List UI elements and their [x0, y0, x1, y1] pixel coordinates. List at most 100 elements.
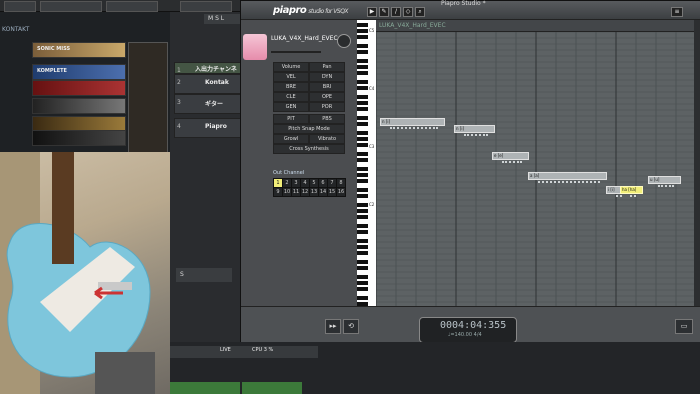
black-key[interactable] — [357, 260, 368, 264]
black-key[interactable] — [357, 167, 368, 171]
black-key[interactable] — [357, 44, 368, 48]
track-row[interactable]: 3 ギター — [174, 94, 242, 114]
black-key[interactable] — [357, 224, 368, 228]
toolbar-control[interactable] — [180, 1, 232, 12]
black-key[interactable] — [357, 281, 368, 285]
toolbar-control[interactable] — [40, 1, 102, 12]
instrument-panel — [128, 42, 168, 154]
black-key[interactable] — [357, 131, 368, 135]
black-key[interactable] — [357, 209, 368, 213]
vibrato-curve — [658, 182, 674, 187]
black-key[interactable] — [357, 275, 368, 279]
black-key[interactable] — [357, 188, 368, 192]
ms-buttons[interactable]: M S L — [204, 14, 240, 24]
param-pbs[interactable]: PBS — [309, 114, 345, 124]
black-key[interactable] — [357, 86, 368, 90]
black-key[interactable] — [357, 143, 368, 147]
kontakt-title: KONTAKT — [2, 26, 30, 33]
channel-button-16[interactable]: 16 — [336, 187, 346, 197]
black-key[interactable] — [357, 35, 368, 39]
library-sonic[interactable]: SONIC MISS — [32, 42, 126, 58]
black-key[interactable] — [357, 266, 368, 270]
param-volume[interactable]: Volume — [273, 62, 309, 72]
black-key[interactable] — [357, 239, 368, 243]
vibrato-button[interactable]: Vibrato — [309, 134, 345, 144]
piano-keyboard[interactable]: C5 C4 C3 C2 — [357, 20, 376, 306]
pan-knob[interactable] — [337, 34, 351, 48]
zoom-icon[interactable]: ⌕ — [415, 7, 425, 17]
param-gen[interactable]: GEN — [273, 102, 309, 112]
black-key[interactable] — [357, 194, 368, 198]
library-item[interactable] — [32, 130, 126, 146]
black-key[interactable] — [357, 251, 368, 255]
pitch-snap-button[interactable]: Pitch Snap Mode — [273, 124, 345, 134]
view-button[interactable]: ▭ — [675, 319, 693, 334]
black-key[interactable] — [357, 107, 368, 111]
track-row[interactable]: 4 Piapro — [174, 118, 242, 138]
eraser-icon[interactable]: ◇ — [403, 7, 413, 17]
tempo-value: ♩=140.00 — [448, 332, 473, 338]
black-key[interactable] — [357, 215, 368, 219]
black-key[interactable] — [357, 80, 368, 84]
black-key[interactable] — [357, 158, 368, 162]
library-label: KOMPLETE — [37, 68, 67, 74]
black-key[interactable] — [357, 29, 368, 33]
black-key[interactable] — [357, 23, 368, 27]
black-key[interactable] — [357, 179, 368, 183]
toolbar-control[interactable] — [106, 1, 158, 12]
param-por[interactable]: POR — [309, 102, 345, 112]
param-pit[interactable]: PIT — [273, 114, 309, 124]
tempo-readout: ♩=140.00 4/4 — [448, 332, 482, 338]
black-key[interactable] — [357, 50, 368, 54]
track-number: 1 — [177, 67, 181, 74]
param-bri[interactable]: BRI — [309, 82, 345, 92]
fast-forward-button[interactable]: ▸▸ — [325, 319, 341, 334]
pointer-icon[interactable]: ▶ — [367, 7, 377, 17]
param-bre[interactable]: BRE — [273, 82, 309, 92]
black-key[interactable] — [357, 152, 368, 156]
piapro-titlebar: Piapro Studio * piapro studio for VSQX ▶ … — [241, 0, 700, 20]
pencil-icon[interactable]: ✎ — [379, 7, 389, 17]
black-key[interactable] — [357, 296, 368, 300]
black-key[interactable] — [357, 287, 368, 291]
library-komplete[interactable]: KOMPLETE — [32, 64, 126, 80]
black-key[interactable] — [357, 116, 368, 120]
signature-value: 4/4 — [473, 332, 482, 338]
param-vel[interactable]: VEL — [273, 72, 309, 82]
out-channel-label: Out Channel — [273, 170, 305, 176]
param-cle[interactable]: CLE — [273, 92, 309, 102]
cross-synthesis-button[interactable]: Cross Synthesis — [273, 144, 345, 154]
time-readout: 0004:04:355 — [440, 320, 507, 331]
kontakt-window: KONTAKT SONIC MISS KOMPLETE — [0, 12, 170, 154]
black-key[interactable] — [357, 122, 368, 126]
track-label: ギター — [205, 101, 224, 108]
black-key[interactable] — [357, 173, 368, 177]
library-item[interactable] — [32, 98, 126, 114]
black-key[interactable] — [357, 101, 368, 105]
param-dyn[interactable]: DYN — [309, 72, 345, 82]
solo-strip[interactable]: S — [176, 268, 232, 282]
black-key[interactable] — [357, 137, 368, 141]
black-key[interactable] — [357, 95, 368, 99]
black-key[interactable] — [357, 65, 368, 69]
black-key[interactable] — [357, 203, 368, 207]
black-key[interactable] — [357, 71, 368, 75]
library-item[interactable] — [32, 80, 126, 96]
track-number: 2 — [177, 79, 181, 86]
line-icon[interactable]: / — [391, 7, 401, 17]
settings-icon[interactable]: ≡ — [671, 7, 683, 17]
window-title: Piapro Studio * — [441, 0, 486, 7]
volume-slider[interactable] — [271, 51, 321, 53]
piano-roll[interactable]: n [i] n [i] e [e] a [a] i [i] ha [ha] u [u] — [376, 20, 694, 306]
black-key[interactable] — [357, 59, 368, 63]
param-ope[interactable]: OPE — [309, 92, 345, 102]
meter-strip — [242, 382, 302, 394]
param-pan[interactable]: Pan — [309, 62, 345, 72]
track-row[interactable]: 2 Kontak — [174, 74, 242, 94]
toolbar-control[interactable] — [4, 1, 36, 12]
growl-button[interactable]: Growl — [273, 134, 309, 144]
black-key[interactable] — [357, 230, 368, 234]
black-key[interactable] — [357, 245, 368, 249]
vertical-scrollbar[interactable] — [694, 20, 700, 306]
loop-button[interactable]: ⟲ — [343, 319, 359, 334]
